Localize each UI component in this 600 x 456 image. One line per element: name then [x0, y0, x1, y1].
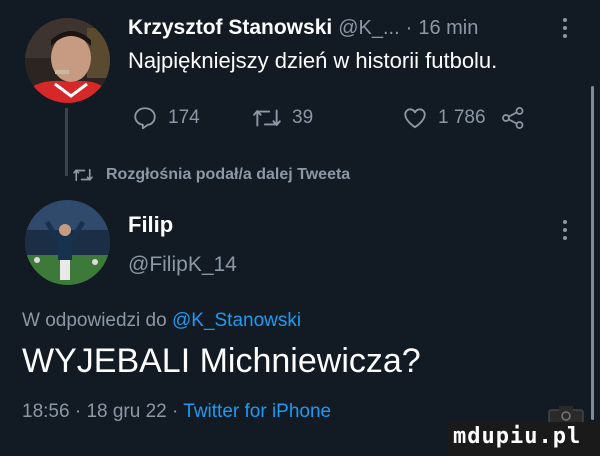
author-handle[interactable]: @FilipK_14 — [128, 253, 237, 277]
tweet-actions: 174 39 1 786 — [128, 100, 528, 136]
reply-button[interactable]: 174 — [132, 100, 200, 136]
share-icon — [502, 107, 524, 129]
tweet-meta: 18:56 · 18 gru 22 · Twitter for iPhone — [22, 401, 331, 423]
tweet-source-link[interactable]: Twitter for iPhone — [183, 401, 331, 422]
reply-count: 174 — [168, 107, 200, 128]
more-options-icon[interactable] — [559, 15, 571, 41]
watermark-camera-icon — [548, 406, 584, 424]
author-handle[interactable]: @K_... — [338, 17, 399, 40]
reply-icon — [134, 107, 156, 130]
separator-dot: · — [405, 16, 413, 39]
retweet-count: 39 — [292, 107, 314, 128]
parent-tweet-text: Najpiękniejszy dzień w historii futbolu. — [128, 48, 498, 73]
retweet-banner-text: Rozgłośnia podał/a dalej Tweeta — [106, 166, 351, 183]
tweet-time[interactable]: 16 min — [418, 17, 478, 40]
separator-dot: · — [172, 401, 179, 422]
parent-tweet-header: Krzysztof Stanowski @K_... · 16 min — [128, 14, 478, 42]
avatar-filip[interactable] — [25, 200, 110, 285]
heart-icon — [404, 108, 426, 129]
watermark-text: mdupiu.pl — [453, 424, 582, 449]
like-button[interactable]: 1 786 — [402, 100, 486, 136]
author-name[interactable]: Krzysztof Stanowski — [128, 16, 332, 40]
parent-tweet[interactable]: Krzysztof Stanowski @K_... · 16 min Najp… — [0, 0, 600, 180]
reply-mention-link[interactable]: @K_Stanowski — [172, 310, 301, 331]
retweet-button[interactable]: 39 — [252, 100, 313, 136]
reply-context: W odpowiedzi do @K_Stanowski — [22, 310, 301, 332]
thread-line — [65, 108, 68, 176]
watermark: mdupiu.pl — [447, 422, 600, 456]
reply-prefix: W odpowiedzi do — [22, 310, 167, 331]
like-count: 1 786 — [438, 107, 486, 128]
scrollbar[interactable] — [591, 86, 594, 420]
tweet-timestamp[interactable]: 18:56 — [22, 401, 70, 422]
main-tweet-text: WYJEBALI Michniewicza? — [22, 342, 421, 380]
separator-dot: · — [74, 401, 82, 422]
retweet-banner[interactable]: Rozgłośnia podał/a dalej Tweeta — [72, 163, 350, 187]
retweet-icon — [73, 168, 93, 182]
tweet-date[interactable]: 18 gru 22 — [86, 401, 166, 422]
retweet-icon — [253, 109, 281, 127]
share-button[interactable] — [500, 100, 526, 136]
avatar-krzysztof[interactable] — [25, 18, 110, 103]
more-options-icon[interactable] — [559, 217, 571, 243]
author-name[interactable]: Filip — [128, 212, 173, 238]
